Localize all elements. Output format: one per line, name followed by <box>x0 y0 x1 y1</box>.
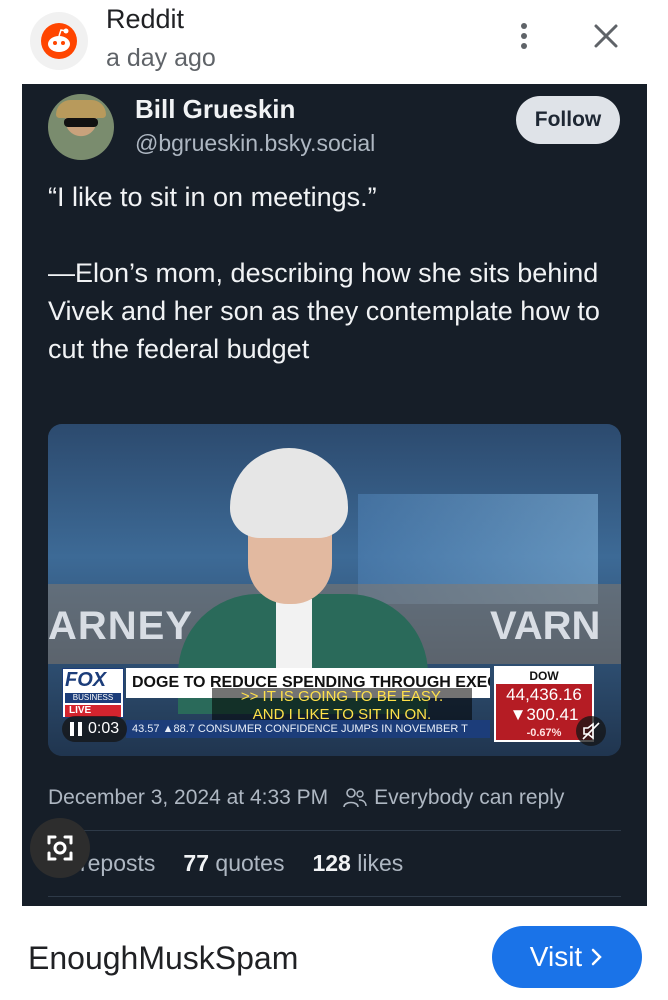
result-footer: EnoughMuskSpam Visit <box>0 906 668 1000</box>
quotes-stat[interactable]: 77 quotes <box>183 850 284 877</box>
avatar <box>48 94 114 160</box>
post-date: December 3, 2024 at 4:33 PM <box>48 786 329 809</box>
divider <box>48 830 621 831</box>
elapsed-time: 0:03 <box>88 720 120 737</box>
source-site-name: Reddit <box>106 4 185 34</box>
chevron-right-icon <box>591 948 602 966</box>
likes-count: 128 <box>312 850 351 876</box>
dow-label: DOW <box>496 668 592 684</box>
quotes-label: quotes <box>215 850 285 876</box>
quotes-count: 77 <box>183 850 210 876</box>
more-options-icon[interactable] <box>512 20 536 54</box>
caption-line-1: >> IT IS GOING TO BE EASY. <box>212 688 472 706</box>
news-ticker: FOX BUSINESS LIVE DOGE TO REDUCE SPENDIN… <box>62 666 615 744</box>
google-lens-button[interactable] <box>30 818 90 878</box>
post-description: —Elon’s mom, describing how she sits beh… <box>48 258 600 364</box>
playback-control[interactable]: 0:03 <box>62 716 128 742</box>
divider <box>48 896 621 897</box>
visit-label: Visit <box>529 941 583 972</box>
reddit-icon <box>30 12 88 70</box>
post-stats: 42 reposts 77 quotes 128 likes <box>48 850 403 877</box>
person-collar <box>276 599 312 669</box>
studio-wall-text-right: VARN <box>490 604 601 648</box>
mute-button[interactable] <box>576 716 606 746</box>
fox-business-logo: FOX BUSINESS LIVE <box>62 668 124 718</box>
post-quote: “I like to sit in on meetings.” <box>48 182 377 212</box>
source-header: Reddit a day ago <box>0 0 668 84</box>
network-name: FOX <box>65 669 107 691</box>
studio-wall-text-left: ARNEY <box>48 604 194 648</box>
source-timestamp: a day ago <box>106 44 216 72</box>
post-meta: December 3, 2024 at 4:33 PM Everybody ca… <box>48 786 564 810</box>
likes-label: likes <box>357 850 404 876</box>
pause-icon[interactable] <box>70 722 82 736</box>
dow-value: 44,436.16 <box>506 685 582 704</box>
author-name: Bill Grueskin <box>135 94 296 124</box>
muted-speaker-icon <box>582 722 600 740</box>
people-icon <box>343 788 367 808</box>
close-icon[interactable] <box>588 18 624 54</box>
post-body: “I like to sit in on meetings.” —Elon’s … <box>48 178 618 368</box>
post-card[interactable]: Bill Grueskin @bgrueskin.bsky.social Fol… <box>22 84 647 906</box>
likes-stat[interactable]: 128 likes <box>312 850 403 877</box>
reposts-label: reposts <box>79 850 156 876</box>
ticker-strip: 43.57 ▲88.7 CONSUMER CONFIDENCE JUMPS IN… <box>126 720 490 738</box>
follow-button[interactable]: Follow <box>516 96 620 144</box>
author-handle: @bgrueskin.bsky.social <box>135 130 376 156</box>
video-player[interactable]: ARNEY VARN FOX BUSINESS LIVE DOGE TO RED… <box>48 424 621 756</box>
reply-setting: Everybody can reply <box>342 786 564 810</box>
lens-icon <box>47 835 73 861</box>
visit-button[interactable]: Visit <box>492 926 642 988</box>
network-sub: BUSINESS <box>65 693 121 703</box>
subreddit-name: EnoughMuskSpam <box>28 940 299 976</box>
reply-setting-label: Everybody can reply <box>374 786 565 809</box>
